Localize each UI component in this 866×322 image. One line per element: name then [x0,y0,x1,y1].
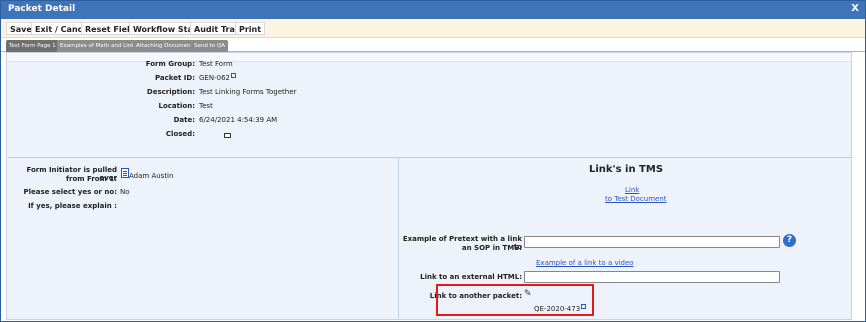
explain-label: If yes, please explain : [28,202,117,210]
external-html-input[interactable] [524,271,780,283]
test-document-link[interactable]: to Test Document [605,195,667,203]
tab-send-to-qa[interactable]: Send to QA [191,40,228,52]
location-value: Test [199,102,213,110]
left-panel: Form Initiator is pulled over from From … [8,158,399,319]
description-value: Test Linking Forms Together [199,88,297,96]
highlight-box [436,284,594,316]
date-value: 6/24/2021 4:54:39 AM [199,116,278,124]
pretext-label-line2: an SOP in TMS: [461,244,522,252]
toolbar: Save Exit / Cancel Reset Fields Workflow… [1,19,865,38]
date-label: Date: [173,116,195,124]
right-panel: Link's in TMS Link to Test Document Exam… [400,158,851,319]
links-section-title: Link's in TMS [588,164,664,175]
link-text[interactable]: Link [625,186,639,194]
yes-no-value: No [120,188,130,196]
tab-examples-math-links[interactable]: Examples of Math and Links [57,40,141,52]
content-top-strip [7,53,851,62]
description-label: Description: [146,88,195,96]
lower-section: Form Initiator is pulled over from From … [8,157,851,319]
yes-no-label: Please select yes or no: [23,188,117,196]
initiator-label-line2: from From 1: [65,175,117,183]
document-icon[interactable] [121,168,129,178]
packet-detail-window: Packet Detail X Save Exit / Cancel Reset… [0,0,866,322]
tab-attaching-document[interactable]: Attaching Document [133,40,196,52]
tab-test-form-page-1[interactable]: Test Form Page 1 [6,40,59,52]
location-label: Location: [158,102,195,110]
packet-content: Form Group: Test Form Packet ID: GEN-062… [6,52,852,320]
help-icon[interactable]: ? [783,234,796,247]
close-icon[interactable]: X [851,3,859,14]
title-bar: Packet Detail X [1,1,865,19]
pretext-input[interactable] [524,236,780,248]
packet-id-field: GEN-062 [199,73,236,82]
initiator-value: Adam Austin [129,172,174,180]
packet-id-value: GEN-062 [199,74,230,82]
print-button[interactable]: Print [235,22,266,35]
video-example-link[interactable]: Example of a link to a video [536,259,634,267]
form-group-value: Test Form [199,60,233,68]
closed-label: Closed: [165,130,195,138]
tab-bar: Test Form Page 1 Examples of Math and Li… [1,38,865,52]
form-group-label: Form Group: [145,60,195,68]
external-html-label: Link to an external HTML: [420,273,522,281]
window-title: Packet Detail [8,4,76,14]
external-link-icon[interactable] [230,73,236,78]
closed-checkbox[interactable] [224,133,231,138]
packet-id-label: Packet ID: [154,74,195,82]
